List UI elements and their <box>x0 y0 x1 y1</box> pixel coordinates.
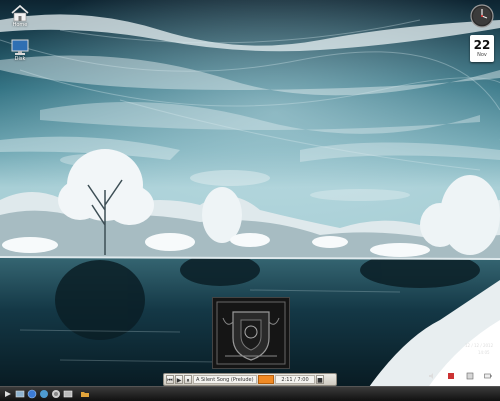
update-icon[interactable] <box>466 372 474 380</box>
folder-icon[interactable] <box>80 389 90 399</box>
desktop-icon-computer[interactable]: Disk <box>6 38 34 62</box>
start-menu-icon[interactable] <box>3 389 13 399</box>
track-time: 2:11 / 7:00 <box>275 375 315 384</box>
desktop-icon-label: Home <box>12 22 28 28</box>
browser-icon[interactable] <box>27 389 37 399</box>
calendar-day: 22 <box>473 38 491 52</box>
calendar-month: Nov <box>477 52 487 58</box>
track-title: A Silent Song (Prelude) <box>193 375 257 384</box>
network-tray-icon[interactable] <box>447 372 455 380</box>
taskbar <box>0 386 500 401</box>
analog-clock-widget[interactable] <box>470 4 494 28</box>
play-button[interactable]: ▶ <box>175 375 183 384</box>
show-desktop-icon[interactable] <box>15 389 25 399</box>
tray-date: 12 / 12 / 2012 <box>465 343 494 348</box>
previous-button[interactable]: ⏮ <box>166 375 174 384</box>
desktop-icon-home[interactable]: Home <box>6 4 34 28</box>
crest-icon <box>216 301 286 365</box>
network-icon[interactable] <box>39 389 49 399</box>
battery-icon[interactable] <box>484 372 492 380</box>
clock-icon <box>470 4 494 28</box>
pause-button[interactable]: ⏸ <box>184 375 192 384</box>
volume-icon[interactable] <box>428 372 436 380</box>
media-player-bar[interactable]: ⏮ ▶ ⏸ A Silent Song (Prelude) 2:11 / 7:0… <box>163 373 337 386</box>
tray-time: 14:05 <box>478 350 490 355</box>
seek-slider[interactable] <box>258 375 274 384</box>
mail-icon[interactable] <box>51 389 61 399</box>
home-folder-icon <box>10 4 30 22</box>
stop-button[interactable]: ■ <box>316 375 324 384</box>
computer-icon <box>10 38 30 56</box>
emblem-image-window[interactable] <box>212 297 290 369</box>
window-icon[interactable] <box>63 389 73 399</box>
desktop-icon-label: Disk <box>14 56 26 62</box>
calendar-widget[interactable]: 22 Nov <box>470 35 494 62</box>
